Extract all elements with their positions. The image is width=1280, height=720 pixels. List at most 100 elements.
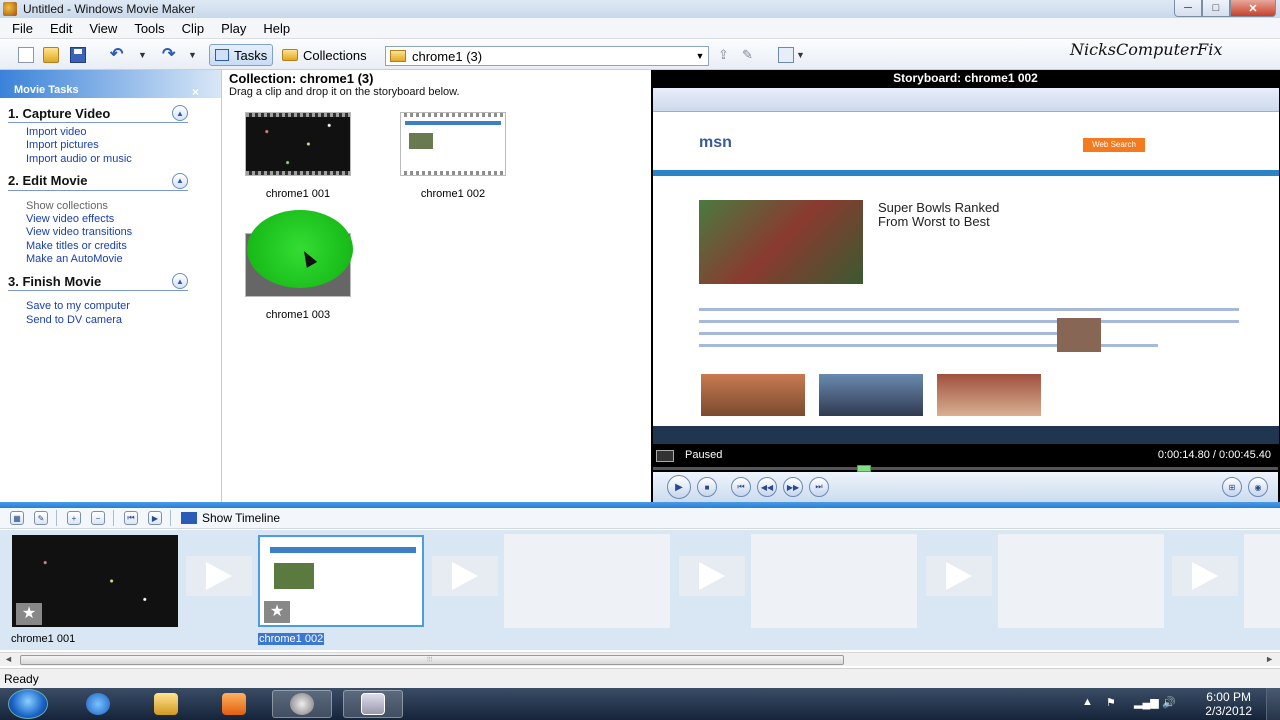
show-desktop-button[interactable]	[1266, 688, 1280, 720]
clip-item[interactable]: chrome1 002	[400, 112, 506, 200]
views-dropdown-icon[interactable]: ▼	[796, 47, 812, 63]
file-explorer-icon[interactable]	[136, 690, 196, 718]
system-clock[interactable]: 6:00 PM 2/3/2012	[1205, 690, 1252, 718]
empty-storyboard-slot[interactable]	[504, 534, 670, 628]
section-header[interactable]: 2. Edit Movie ▲	[8, 172, 188, 191]
import-pictures-link[interactable]: Import pictures	[26, 139, 221, 152]
clip-thumbnail[interactable]	[245, 112, 351, 176]
menu-view[interactable]: View	[89, 21, 117, 36]
set-audio-levels-icon[interactable]: ▦	[10, 511, 24, 525]
undo-icon[interactable]: ↶	[110, 47, 126, 63]
internet-explorer-icon[interactable]	[68, 690, 128, 718]
undo-dropdown-icon[interactable]: ▼	[138, 47, 154, 63]
scroll-right-icon[interactable]: ►	[1265, 654, 1274, 664]
playback-time: 0:00:14.80 / 0:00:45.40	[1157, 449, 1271, 461]
empty-storyboard-slot[interactable]	[998, 534, 1164, 628]
import-video-link[interactable]: Import video	[26, 126, 221, 139]
fast-forward-button[interactable]: ▶▶	[783, 477, 803, 497]
stop-button[interactable]: ■	[697, 477, 717, 497]
menu-help[interactable]: Help	[263, 21, 290, 36]
new-folder-icon[interactable]: ✎	[742, 47, 758, 63]
view-video-transitions-link[interactable]: View video transitions	[26, 226, 221, 239]
show-collections-link[interactable]: Show collections	[26, 200, 221, 213]
views-icon[interactable]	[778, 47, 794, 63]
storyboard: ★ chrome1 001 ★ chrome1 002	[0, 530, 1280, 650]
rewind-storyboard-icon[interactable]: ⏮	[124, 511, 138, 525]
chevron-down-icon[interactable]: ▼	[692, 47, 708, 65]
effect-star-icon[interactable]: ★	[16, 603, 42, 625]
section-capture-video: 1. Capture Video ▲ Import video Import p…	[0, 105, 221, 166]
clip-thumbnail[interactable]	[400, 112, 506, 176]
redo-dropdown-icon[interactable]: ▼	[188, 47, 204, 63]
transition-slot[interactable]	[186, 556, 252, 596]
collapse-icon[interactable]: ▲	[172, 105, 188, 121]
storyboard-clip[interactable]: ★	[258, 535, 424, 627]
next-frame-button[interactable]: ⏭	[809, 477, 829, 497]
play-storyboard-icon[interactable]: ▶	[148, 511, 162, 525]
network-icon[interactable]: ▂▄▆	[1134, 696, 1159, 709]
effect-star-icon[interactable]: ★	[264, 601, 290, 623]
menu-clip[interactable]: Clip	[182, 21, 204, 36]
empty-storyboard-slot[interactable]	[751, 534, 917, 628]
maximize-button[interactable]: □	[1202, 0, 1230, 17]
make-titles-link[interactable]: Make titles or credits	[26, 240, 221, 253]
menu-play[interactable]: Play	[221, 21, 246, 36]
import-audio-link[interactable]: Import audio or music	[26, 153, 221, 166]
rewind-button[interactable]: ◀◀	[757, 477, 777, 497]
section-header[interactable]: 1. Capture Video ▲	[8, 105, 188, 123]
storyboard-scrollbar[interactable]: ◄ ⦙⦙⦙ ►	[0, 652, 1280, 666]
zoom-out-icon[interactable]: −	[91, 511, 105, 525]
save-project-icon[interactable]	[70, 47, 86, 63]
action-center-flag-icon[interactable]: ⚑	[1106, 696, 1116, 709]
new-project-icon[interactable]	[18, 47, 34, 63]
movie-tasks-title: Movie Tasks	[14, 84, 79, 96]
section-title: 1. Capture Video	[8, 105, 111, 121]
seek-handle[interactable]	[857, 465, 871, 472]
transition-slot[interactable]	[679, 556, 745, 596]
transition-slot[interactable]	[926, 556, 992, 596]
start-button[interactable]	[8, 689, 48, 719]
scroll-thumb[interactable]: ⦙⦙⦙	[20, 654, 844, 665]
close-pane-icon[interactable]: ×	[192, 85, 199, 99]
media-player-icon[interactable]	[204, 690, 264, 718]
narrate-timeline-icon[interactable]: ✎	[34, 511, 48, 525]
show-hidden-icons-icon[interactable]: ▲	[1082, 696, 1093, 708]
transition-slot[interactable]	[1172, 556, 1238, 596]
split-clip-icon[interactable]: ⊞	[1222, 477, 1242, 497]
send-to-dv-camera-link[interactable]: Send to DV camera	[26, 314, 221, 327]
close-button[interactable]: ✕	[1230, 0, 1276, 17]
show-timeline-button[interactable]: Show Timeline	[181, 511, 280, 525]
movie-maker-taskbar-icon[interactable]	[272, 690, 332, 718]
menu-bar: File Edit View Tools Clip Play Help	[0, 18, 1280, 39]
previous-frame-button[interactable]: ⏮	[731, 477, 751, 497]
collection-select[interactable]: chrome1 (3) ▼	[385, 46, 709, 66]
tasks-button[interactable]: Tasks	[209, 44, 274, 66]
movie-maker-icon	[3, 2, 17, 16]
collections-button[interactable]: Collections	[277, 44, 372, 66]
scroll-left-icon[interactable]: ◄	[4, 654, 13, 664]
up-folder-icon[interactable]: ⇪	[718, 47, 734, 63]
recorded-taskbar	[653, 426, 1279, 444]
save-to-computer-link[interactable]: Save to my computer	[26, 300, 221, 313]
take-picture-icon[interactable]: ◉	[1248, 477, 1268, 497]
menu-edit[interactable]: Edit	[50, 21, 72, 36]
section-header[interactable]: 3. Finish Movie ▲	[8, 273, 188, 292]
empty-storyboard-slot[interactable]	[1244, 534, 1280, 628]
seek-bar[interactable]	[653, 465, 1278, 472]
play-button[interactable]: ▶	[667, 475, 691, 499]
view-video-effects-link[interactable]: View video effects	[26, 213, 221, 226]
storyboard-clip[interactable]: ★	[12, 535, 178, 627]
collapse-icon[interactable]: ▲	[172, 172, 188, 189]
minimize-button[interactable]: ─	[1174, 0, 1202, 17]
open-project-icon[interactable]	[43, 47, 59, 63]
screen-recorder-icon[interactable]	[343, 690, 403, 718]
redo-icon[interactable]: ↷	[162, 47, 178, 63]
menu-tools[interactable]: Tools	[134, 21, 164, 36]
collapse-icon[interactable]: ▲	[172, 273, 188, 290]
volume-icon[interactable]: 🔊	[1162, 696, 1176, 709]
clip-item[interactable]: chrome1 001	[245, 112, 351, 200]
make-automovie-link[interactable]: Make an AutoMovie	[26, 253, 221, 266]
transition-slot[interactable]	[432, 556, 498, 596]
zoom-in-icon[interactable]: +	[67, 511, 81, 525]
menu-file[interactable]: File	[12, 21, 33, 36]
